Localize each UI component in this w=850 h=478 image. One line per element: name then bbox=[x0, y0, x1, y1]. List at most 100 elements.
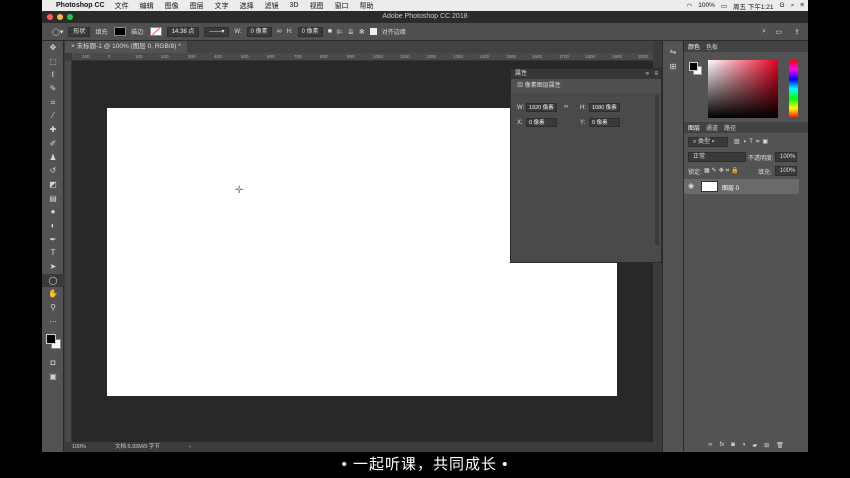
eyedropper-tool-icon[interactable]: ⁄ bbox=[42, 109, 64, 123]
path-operations-icon[interactable]: ■ bbox=[328, 28, 332, 35]
opacity-input[interactable]: 100% bbox=[775, 152, 797, 162]
blend-mode-select[interactable]: 正常 bbox=[688, 152, 746, 162]
collapse-icon[interactable]: » bbox=[646, 69, 649, 79]
search-icon[interactable]: ⌕ bbox=[762, 28, 766, 36]
new-layer-icon[interactable]: ⊞ bbox=[764, 442, 769, 449]
menu-select[interactable]: 选择 bbox=[240, 1, 254, 11]
layer-filter-icons[interactable]: ▨◑T⌗▣ bbox=[734, 138, 771, 146]
close-button[interactable] bbox=[47, 14, 53, 20]
gradient-tool-icon[interactable]: ▤ bbox=[42, 192, 64, 206]
dodge-tool-icon[interactable]: ◐ bbox=[42, 219, 64, 233]
healing-brush-tool-icon[interactable]: ✚ bbox=[42, 123, 64, 137]
zoom-button[interactable] bbox=[67, 14, 73, 20]
history-brush-tool-icon[interactable]: ↺ bbox=[42, 164, 64, 178]
width-input[interactable]: 0 像素 bbox=[246, 26, 272, 37]
tab-channels[interactable]: 通道 bbox=[706, 123, 718, 132]
menu-3d[interactable]: 3D bbox=[290, 2, 299, 9]
foreground-color-swatch[interactable] bbox=[689, 62, 698, 71]
app-menu[interactable]: Photoshop CC bbox=[56, 2, 105, 9]
add-mask-icon[interactable]: ◙ bbox=[731, 442, 735, 448]
prop-y-input[interactable]: 0 像素 bbox=[589, 118, 620, 127]
eye-icon[interactable]: ◉ bbox=[688, 182, 694, 190]
layer-name[interactable]: 图层 0 bbox=[722, 183, 739, 192]
vertical-ruler[interactable] bbox=[65, 61, 72, 442]
screen-mode-icon[interactable]: ▣ bbox=[42, 370, 64, 384]
crop-tool-icon[interactable]: ⌗ bbox=[42, 96, 64, 110]
status-arrow-icon[interactable]: › bbox=[189, 442, 191, 452]
lasso-tool-icon[interactable]: ℓ bbox=[42, 68, 64, 82]
menu-window[interactable]: 窗口 bbox=[335, 1, 349, 11]
menu-edit[interactable]: 编辑 bbox=[140, 1, 154, 11]
menu-layer[interactable]: 图层 bbox=[190, 1, 204, 11]
new-group-icon[interactable]: ▰ bbox=[752, 442, 757, 449]
link-icon[interactable]: ∞ bbox=[564, 104, 568, 110]
panel-menu-icon[interactable]: ≡ bbox=[654, 69, 658, 79]
stroke-type-select[interactable]: ——▾ bbox=[204, 26, 230, 37]
menu-type[interactable]: 文字 bbox=[215, 1, 229, 11]
layer-kind-filter[interactable]: ⌕ 类型 ▾ bbox=[688, 137, 728, 147]
list-icon[interactable]: ≡ bbox=[800, 2, 804, 9]
gear-icon[interactable]: ✻ bbox=[359, 28, 365, 36]
ellipse-tool-icon[interactable]: ◯ bbox=[42, 273, 64, 288]
menu-help[interactable]: 帮助 bbox=[360, 1, 374, 11]
prop-x-input[interactable]: 0 像素 bbox=[526, 118, 557, 127]
clone-stamp-tool-icon[interactable]: ♟ bbox=[42, 151, 64, 165]
share-icon[interactable]: ⇪ bbox=[794, 28, 800, 36]
menu-file[interactable]: 文件 bbox=[115, 1, 129, 11]
wifi-icon[interactable]: ◠ bbox=[687, 2, 693, 10]
fill-input[interactable]: 100% bbox=[775, 166, 797, 176]
move-tool-icon[interactable]: ✥ bbox=[42, 41, 64, 55]
quick-select-tool-icon[interactable]: ✎ bbox=[42, 82, 64, 96]
path-arrangement-icon[interactable]: ⇊ bbox=[348, 28, 354, 36]
ellipse-tool-icon[interactable]: ◯▾ bbox=[52, 28, 63, 36]
properties-icon[interactable]: ⊞ bbox=[663, 62, 683, 71]
hue-slider[interactable] bbox=[789, 60, 798, 118]
align-edges-checkbox[interactable] bbox=[369, 28, 377, 35]
lock-icons[interactable]: ▦✎✥⌗🔒 bbox=[704, 167, 741, 175]
path-alignment-icon[interactable]: ⊫ bbox=[337, 28, 343, 36]
hand-tool-icon[interactable]: ✋ bbox=[42, 287, 64, 301]
properties-scrollbar[interactable] bbox=[655, 95, 659, 245]
history-icon[interactable]: ⇋ bbox=[663, 47, 683, 56]
layer-row[interactable]: ◉ 图层 0 bbox=[684, 179, 799, 194]
mode-select[interactable]: 形状 bbox=[68, 26, 91, 37]
prop-height-input[interactable]: 1080 像素 bbox=[589, 103, 620, 112]
battery-icon[interactable]: ▭ bbox=[721, 2, 727, 10]
zoom-level[interactable]: 100% bbox=[72, 442, 86, 452]
prop-width-input[interactable]: 1920 像素 bbox=[526, 103, 557, 112]
type-tool-icon[interactable]: T bbox=[42, 246, 64, 260]
link-icon[interactable]: ∞ bbox=[277, 28, 282, 35]
horizontal-ruler[interactable]: 100 0 100 200 300 400 500 600 700 800 90… bbox=[72, 53, 653, 61]
fill-swatch[interactable] bbox=[114, 27, 127, 36]
tab-layers[interactable]: 图层 bbox=[688, 123, 700, 132]
marquee-tool-icon[interactable]: ⬚ bbox=[42, 55, 64, 69]
tab-color[interactable]: 颜色 bbox=[688, 42, 700, 51]
zoom-tool-icon[interactable]: ⚲ bbox=[42, 301, 64, 315]
eraser-tool-icon[interactable]: ◩ bbox=[42, 178, 64, 192]
pen-tool-icon[interactable]: ✒ bbox=[42, 233, 64, 247]
brush-tool-icon[interactable]: ✐ bbox=[42, 137, 64, 151]
clock[interactable]: 周五 下午1:21 bbox=[733, 1, 773, 11]
document-tab[interactable]: × 未标题-1 @ 100% (图层 0, RGB/8) * bbox=[65, 41, 187, 53]
stroke-swatch[interactable] bbox=[149, 27, 162, 36]
minimize-button[interactable] bbox=[57, 14, 63, 20]
menu-image[interactable]: 图像 bbox=[165, 1, 179, 11]
path-selection-tool-icon[interactable]: ➤ bbox=[42, 260, 64, 274]
tab-paths[interactable]: 路径 bbox=[724, 123, 736, 132]
tab-swatches[interactable]: 色板 bbox=[706, 42, 718, 51]
g-menu[interactable]: G bbox=[780, 2, 785, 9]
delete-layer-icon[interactable]: 🗑 bbox=[776, 442, 784, 449]
color-picker-field[interactable] bbox=[708, 60, 778, 118]
search-icon[interactable]: ⌕ bbox=[791, 2, 795, 10]
link-layers-icon[interactable]: ∞ bbox=[708, 442, 712, 448]
stroke-size-input[interactable]: 14.38 点 bbox=[166, 26, 200, 37]
close-tab-icon[interactable]: × bbox=[71, 43, 75, 50]
workspace-icon[interactable]: ▭ bbox=[775, 28, 782, 36]
more-tools-icon[interactable]: ⋯ bbox=[42, 315, 64, 329]
foreground-color-swatch[interactable] bbox=[46, 334, 56, 345]
height-input[interactable]: 0 像素 bbox=[297, 26, 323, 37]
blur-tool-icon[interactable]: ● bbox=[42, 205, 64, 219]
fx-icon[interactable]: fx bbox=[720, 442, 725, 448]
adjustment-layer-icon[interactable]: ◑ bbox=[742, 442, 746, 448]
menu-view[interactable]: 视图 bbox=[310, 1, 324, 11]
